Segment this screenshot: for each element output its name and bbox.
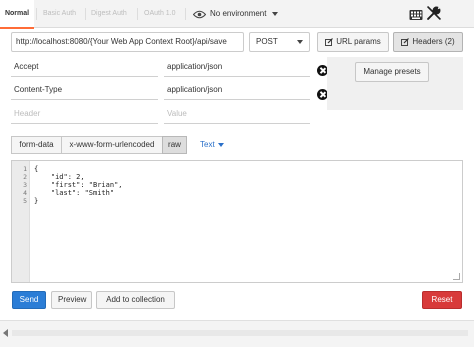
tab-normal[interactable]: Normal: [0, 0, 34, 29]
manage-presets-button[interactable]: Manage presets: [355, 62, 429, 82]
chevron-down-icon: [297, 40, 303, 44]
raw-format-select[interactable]: Text: [200, 136, 224, 154]
reset-button[interactable]: Reset: [422, 291, 462, 309]
body-mode-urlencoded[interactable]: x-www-form-urlencoded: [61, 136, 163, 154]
tab-digest-auth[interactable]: Digest Auth: [91, 0, 127, 28]
code-line: "id": 2,: [34, 173, 85, 181]
auth-tab-bar: Normal Basic Auth Digest Auth OAuth 1.0 …: [0, 0, 474, 29]
header-value-input[interactable]: Value: [164, 104, 310, 124]
wrench-icon[interactable]: [427, 6, 441, 20]
header-key-input[interactable]: Accept: [11, 57, 158, 77]
tab-oauth[interactable]: OAuth 1.0: [144, 0, 176, 28]
header-value-input[interactable]: application/json: [164, 57, 310, 77]
header-key-input[interactable]: Header: [11, 104, 158, 124]
horizontal-scrollbar[interactable]: [0, 320, 474, 347]
scroll-track[interactable]: [12, 330, 468, 336]
headers-button[interactable]: Headers (2): [393, 32, 463, 52]
add-to-collection-button[interactable]: Add to collection: [96, 291, 175, 309]
raw-format-label: Text: [200, 140, 215, 149]
chevron-down-icon: [272, 12, 279, 16]
tab-divider: [137, 8, 138, 20]
body-mode-raw[interactable]: raw: [162, 136, 187, 154]
url-params-label: URL params: [336, 37, 381, 46]
line-number-gutter: 1 2 3 4 5: [12, 161, 30, 282]
scroll-left-icon[interactable]: [3, 329, 8, 337]
edit-icon: [401, 38, 410, 46]
line-number: 3: [23, 181, 27, 189]
body-editor[interactable]: 1 2 3 4 5 { "id": 2, "first": "Brian", "…: [11, 160, 463, 283]
keyboard-icon[interactable]: [409, 8, 423, 22]
url-input[interactable]: http://localhost:8080/{Your Web App Cont…: [11, 32, 244, 52]
chevron-down-icon: [217, 143, 224, 147]
tab-divider: [36, 8, 37, 20]
code-line: "first": "Brian",: [34, 181, 123, 189]
send-button[interactable]: Send: [12, 291, 46, 309]
method-select[interactable]: POST: [249, 32, 310, 52]
line-number: 5: [23, 197, 27, 205]
resize-handle[interactable]: [453, 273, 460, 280]
header-value-input[interactable]: application/json: [164, 80, 310, 100]
code-line: }: [34, 197, 39, 205]
line-number: 2: [23, 173, 27, 181]
environment-label: No environment: [210, 9, 267, 18]
header-key-input[interactable]: Content-Type: [11, 80, 158, 100]
edit-icon: [325, 38, 334, 46]
environment-selector[interactable]: No environment: [193, 0, 279, 28]
line-number: 4: [23, 189, 27, 197]
method-value: POST: [256, 37, 278, 46]
body-mode-form-data[interactable]: form-data: [11, 136, 62, 154]
tab-divider: [185, 8, 186, 20]
line-number: 1: [23, 165, 27, 173]
url-params-button[interactable]: URL params: [317, 32, 389, 52]
tab-basic-auth[interactable]: Basic Auth: [43, 0, 76, 28]
headers-label: Headers (2): [412, 37, 455, 46]
eye-icon: [193, 10, 206, 18]
code-line: {: [34, 165, 39, 173]
tab-divider: [85, 8, 86, 20]
preview-button[interactable]: Preview: [51, 291, 92, 309]
code-line: "last": "Smith": [34, 189, 115, 197]
